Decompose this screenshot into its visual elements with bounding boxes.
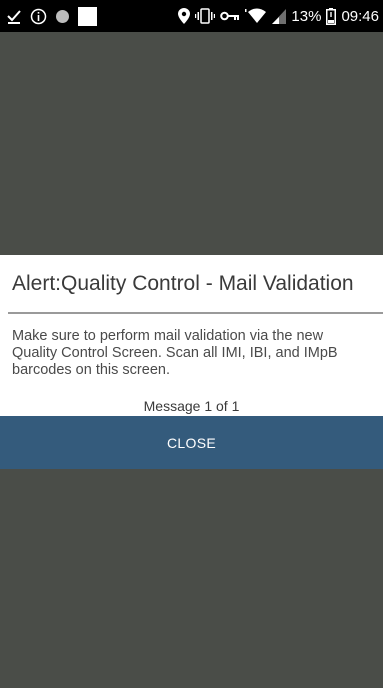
- dialog-message: Make sure to perform mail validation via…: [12, 328, 338, 378]
- circle-icon: [55, 9, 70, 24]
- close-button[interactable]: CLOSE: [0, 416, 383, 469]
- clock-time: 09:46: [341, 7, 379, 25]
- signal-icon: [272, 8, 287, 24]
- white-square-icon: [78, 6, 97, 26]
- battery-low-icon: [326, 7, 337, 25]
- dialog-title: Alert:Quality Control - Mail Validation: [12, 272, 354, 295]
- battery-percent: 13%: [291, 7, 322, 25]
- message-counter: Message 1 of 1: [143, 398, 240, 414]
- info-circle-icon: [30, 8, 47, 25]
- title-divider: [8, 312, 383, 314]
- alert-dialog: Alert:Quality Control - Mail Validation …: [0, 255, 383, 469]
- status-bar-system: 13% 09:46: [178, 7, 379, 25]
- location-pin-icon: [178, 8, 191, 24]
- vibrate-icon: [195, 8, 216, 24]
- status-bar: 13% 09:46: [0, 0, 383, 32]
- download-done-icon: [6, 8, 22, 24]
- wifi-icon: [245, 8, 267, 24]
- status-bar-notifications: [6, 6, 97, 26]
- key-icon: [220, 10, 240, 22]
- phone-screen: 13% 09:46 Alert:Quality Control - Mail V…: [0, 0, 383, 688]
